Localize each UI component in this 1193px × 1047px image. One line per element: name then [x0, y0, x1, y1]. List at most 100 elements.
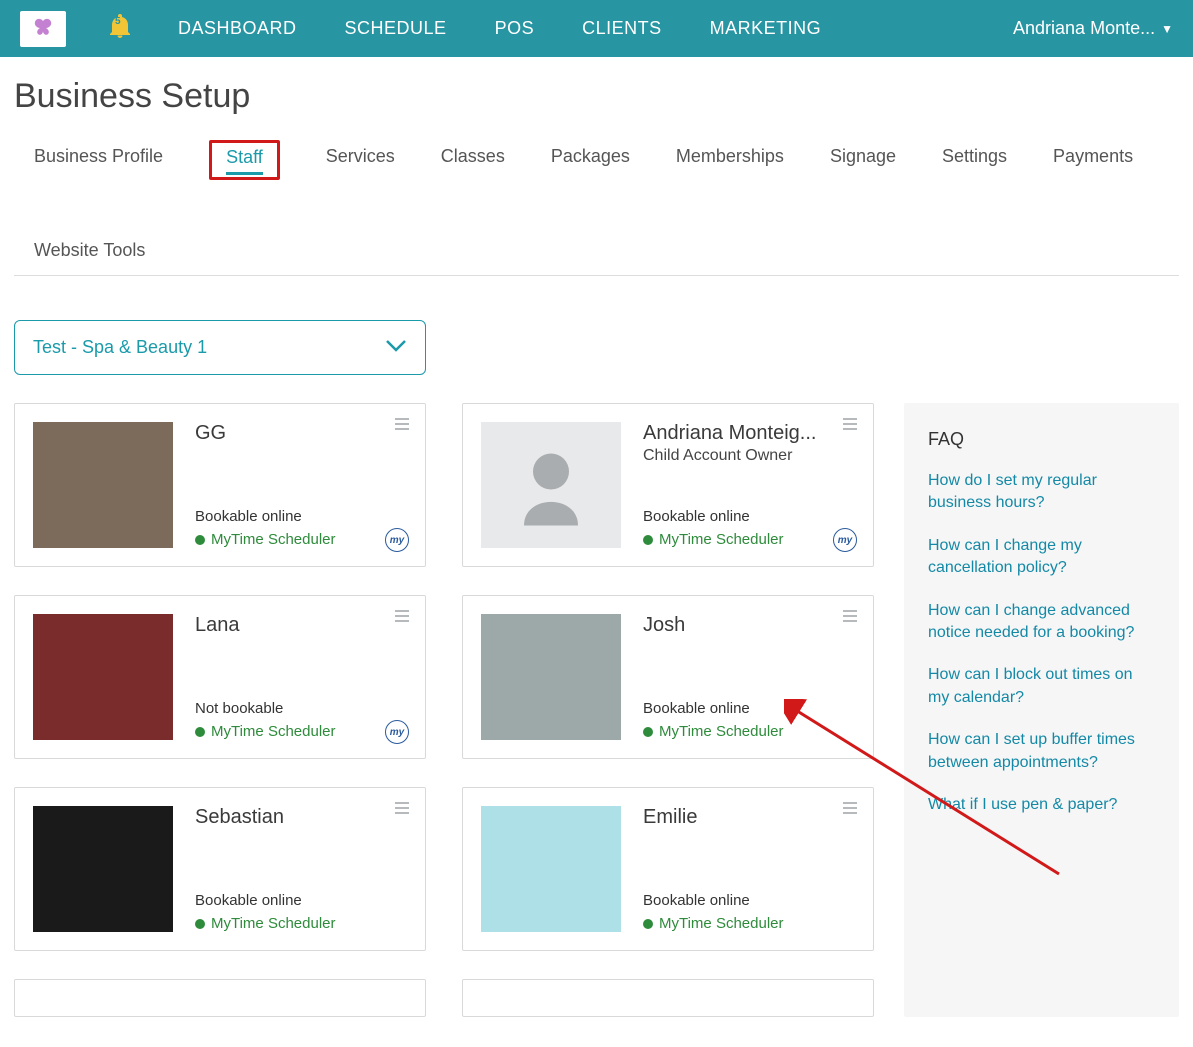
brand-logo[interactable]: [20, 11, 66, 47]
staff-grid: GGBookable onlineMyTime SchedulermyAndri…: [14, 403, 874, 1017]
faq-link[interactable]: How do I set my regular business hours?: [928, 470, 1155, 515]
tab-business-profile[interactable]: Business Profile: [34, 140, 163, 188]
faq-title: FAQ: [928, 429, 1155, 450]
status-dot-icon: [643, 919, 653, 929]
nav-marketing[interactable]: MARKETING: [710, 18, 822, 39]
card-menu-icon[interactable]: [843, 610, 857, 622]
scheduler-label: MyTime Scheduler: [211, 723, 335, 740]
staff-card-body: Josh Bookable online MyTime Scheduler: [643, 614, 855, 740]
butterfly-icon: [31, 17, 55, 41]
faq-link[interactable]: How can I block out times on my calendar…: [928, 664, 1155, 709]
scheduler-label: MyTime Scheduler: [659, 723, 783, 740]
staff-status: Not bookable MyTime Scheduler: [195, 700, 407, 740]
tab-payments[interactable]: Payments: [1053, 140, 1133, 188]
faq-link[interactable]: How can I set up buffer times between ap…: [928, 729, 1155, 774]
chevron-down-icon: [385, 337, 407, 358]
tab-staff[interactable]: Staff: [226, 145, 263, 175]
scheduler-status: MyTime Scheduler: [195, 531, 407, 548]
staff-card[interactable]: Lana Not bookable MyTime Scheduler my: [14, 595, 426, 759]
caret-down-icon: ▼: [1161, 22, 1173, 36]
staff-name: Josh: [643, 614, 855, 637]
faq-panel: FAQ How do I set my regular business hou…: [904, 403, 1179, 1017]
notification-bell[interactable]: 5: [110, 14, 130, 44]
user-menu[interactable]: Andriana Monte... ▼: [1013, 18, 1173, 39]
scheduler-label: MyTime Scheduler: [659, 915, 783, 932]
staff-card-body: Emilie Bookable online MyTime Scheduler: [643, 806, 855, 932]
avatar: [481, 422, 621, 548]
staff-card[interactable]: Andriana Monteig... Child Account Owner Bo…: [462, 403, 874, 567]
card-menu-icon[interactable]: [395, 802, 409, 814]
staff-name: GG: [195, 422, 407, 445]
nav-schedule[interactable]: SCHEDULE: [345, 18, 447, 39]
tab-settings[interactable]: Settings: [942, 140, 1007, 188]
card-menu-icon[interactable]: [395, 610, 409, 622]
card-menu-icon[interactable]: [843, 418, 857, 430]
scheduler-label: MyTime Scheduler: [211, 531, 335, 548]
card-menu-icon[interactable]: [843, 802, 857, 814]
page-title: Business Setup: [14, 77, 1179, 116]
bookable-status: Bookable online: [643, 508, 855, 525]
scheduler-status: MyTime Scheduler: [643, 723, 855, 740]
scheduler-status: MyTime Scheduler: [195, 723, 407, 740]
staff-card[interactable]: GG Bookable onlineMyTime Schedulermy: [14, 403, 426, 567]
tab-memberships[interactable]: Memberships: [676, 140, 784, 188]
nav-dashboard[interactable]: DASHBOARD: [178, 18, 297, 39]
status-dot-icon: [643, 535, 653, 545]
staff-subtitle: Child Account Owner: [643, 447, 855, 465]
staff-card[interactable]: Emilie Bookable online MyTime Scheduler: [462, 787, 874, 951]
avatar: [481, 806, 621, 932]
scheduler-label: MyTime Scheduler: [211, 915, 335, 932]
staff-status: Bookable online MyTime Scheduler: [643, 892, 855, 932]
tab-services[interactable]: Services: [326, 140, 395, 188]
card-menu-icon[interactable]: [395, 418, 409, 430]
staff-card-empty: [14, 979, 426, 1017]
mytime-badge-icon[interactable]: my: [385, 528, 409, 552]
user-name: Andriana Monte...: [1013, 18, 1155, 39]
nav-pos[interactable]: POS: [495, 18, 535, 39]
status-dot-icon: [195, 919, 205, 929]
settings-tabs: Business Profile Staff Services Classes …: [14, 134, 1179, 276]
staff-name: Sebastian: [195, 806, 407, 829]
staff-card-body: Andriana Monteig... Child Account Owner Bo…: [643, 422, 855, 548]
staff-name: Andriana Monteig...: [643, 422, 855, 445]
staff-card[interactable]: Josh Bookable online MyTime Scheduler: [462, 595, 874, 759]
bookable-status: Bookable online: [195, 892, 407, 909]
staff-card-body: Lana Not bookable MyTime Scheduler: [195, 614, 407, 740]
avatar: [481, 614, 621, 740]
faq-link[interactable]: What if I use pen & paper?: [928, 794, 1155, 816]
staff-status: Bookable onlineMyTime Scheduler: [195, 508, 407, 548]
staff-name: Emilie: [643, 806, 855, 829]
tab-website-tools[interactable]: Website Tools: [34, 234, 174, 275]
avatar: [33, 422, 173, 548]
staff-status: Bookable online MyTime Scheduler: [643, 508, 855, 548]
staff-card-empty: [462, 979, 874, 1017]
status-dot-icon: [195, 535, 205, 545]
tab-signage[interactable]: Signage: [830, 140, 896, 188]
mytime-badge-icon[interactable]: my: [833, 528, 857, 552]
location-select[interactable]: Test - Spa & Beauty 1: [14, 320, 426, 375]
staff-card-body: Sebastian Bookable online MyTime Scheduler: [195, 806, 407, 932]
bookable-status: Bookable online: [643, 892, 855, 909]
main-nav: DASHBOARD SCHEDULE POS CLIENTS MARKETING: [178, 18, 821, 39]
scheduler-label: MyTime Scheduler: [659, 531, 783, 548]
mytime-badge-icon[interactable]: my: [385, 720, 409, 744]
staff-name: Lana: [195, 614, 407, 637]
staff-status: Bookable online MyTime Scheduler: [195, 892, 407, 932]
faq-link[interactable]: How can I change my cancellation policy?: [928, 535, 1155, 580]
scheduler-status: MyTime Scheduler: [643, 531, 855, 548]
avatar: [33, 614, 173, 740]
notification-count: 5: [115, 16, 121, 27]
tab-packages[interactable]: Packages: [551, 140, 630, 188]
staff-card[interactable]: Sebastian Bookable online MyTime Scheduler: [14, 787, 426, 951]
status-dot-icon: [195, 727, 205, 737]
nav-clients[interactable]: CLIENTS: [582, 18, 662, 39]
bookable-status: Not bookable: [195, 700, 407, 717]
staff-card-body: GG Bookable onlineMyTime Scheduler: [195, 422, 407, 548]
staff-status: Bookable online MyTime Scheduler: [643, 700, 855, 740]
annotation-highlight-box: Staff: [209, 140, 280, 180]
scheduler-status: MyTime Scheduler: [195, 915, 407, 932]
tab-classes[interactable]: Classes: [441, 140, 505, 188]
faq-link[interactable]: How can I change advanced notice needed …: [928, 600, 1155, 645]
scheduler-status: MyTime Scheduler: [643, 915, 855, 932]
bookable-status: Bookable online: [643, 700, 855, 717]
